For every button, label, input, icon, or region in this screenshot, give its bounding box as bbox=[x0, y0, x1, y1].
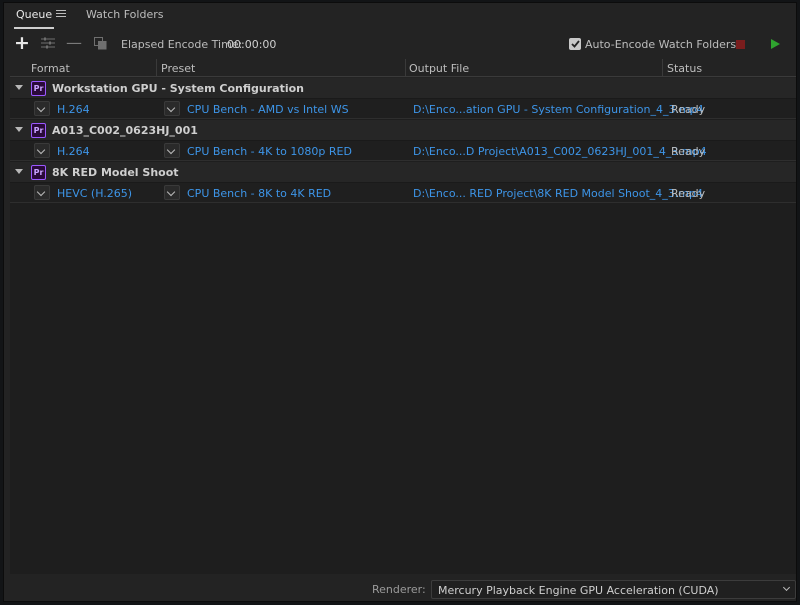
format-link[interactable]: H.264 bbox=[57, 103, 90, 116]
source-name: A013_C002_0623HJ_001 bbox=[52, 124, 198, 137]
premiere-icon: Pr bbox=[31, 123, 46, 138]
duplicate-button[interactable] bbox=[92, 35, 108, 51]
column-header: Format Preset Output File Status bbox=[10, 59, 796, 77]
queue-output-row[interactable]: H.264 CPU Bench - 4K to 1080p RED D:\Enc… bbox=[10, 141, 796, 161]
preset-dropdown[interactable] bbox=[164, 185, 180, 200]
toolbar: + — Elapsed Encode Time: 00:00:00 Auto-E… bbox=[4, 30, 796, 58]
column-output-file[interactable]: Output File bbox=[409, 62, 469, 75]
output-file-link[interactable]: D:\Enco...D Project\A013_C002_0623HJ_001… bbox=[413, 145, 707, 158]
tab-watch-folders[interactable]: Watch Folders bbox=[86, 8, 163, 26]
status-text: Ready bbox=[671, 187, 706, 200]
premiere-icon: Pr bbox=[31, 165, 46, 180]
queue-source-row[interactable]: Pr A013_C002_0623HJ_001 bbox=[10, 120, 796, 141]
elapsed-value: 00:00:00 bbox=[227, 38, 277, 51]
column-format[interactable]: Format bbox=[31, 62, 70, 75]
renderer-select[interactable]: Mercury Playback Engine GPU Acceleration… bbox=[431, 580, 796, 599]
preset-dropdown[interactable] bbox=[164, 101, 180, 116]
queue-output-row[interactable]: HEVC (H.265) CPU Bench - 8K to 4K RED D:… bbox=[10, 183, 796, 203]
status-text: Ready bbox=[671, 103, 706, 116]
minus-icon: — bbox=[66, 33, 82, 52]
footer: Renderer: Mercury Playback Engine GPU Ac… bbox=[10, 578, 796, 600]
queue-output-row[interactable]: H.264 CPU Bench - AMD vs Intel WS D:\Enc… bbox=[10, 99, 796, 119]
preset-dropdown[interactable] bbox=[164, 143, 180, 158]
preset-link[interactable]: CPU Bench - 8K to 4K RED bbox=[187, 187, 331, 200]
add-source-button[interactable]: + bbox=[14, 32, 30, 54]
preset-link[interactable]: CPU Bench - 4K to 1080p RED bbox=[187, 145, 352, 158]
auto-encode-label[interactable]: Auto-Encode Watch Folders bbox=[585, 38, 736, 51]
elapsed-label: Elapsed Encode Time: bbox=[121, 38, 243, 51]
format-link[interactable]: HEVC (H.265) bbox=[57, 187, 132, 200]
format-dropdown[interactable] bbox=[34, 185, 50, 200]
source-name: 8K RED Model Shoot bbox=[52, 166, 179, 179]
settings-button[interactable] bbox=[40, 35, 56, 51]
chevron-down-icon bbox=[782, 583, 791, 592]
format-dropdown[interactable] bbox=[34, 101, 50, 116]
renderer-value: Mercury Playback Engine GPU Acceleration… bbox=[438, 584, 719, 597]
collapse-chevron-icon[interactable] bbox=[15, 85, 23, 90]
output-file-link[interactable]: D:\Enco...ation GPU - System Configurati… bbox=[413, 103, 704, 116]
auto-encode-checkbox[interactable] bbox=[569, 38, 581, 50]
column-status[interactable]: Status bbox=[667, 62, 702, 75]
checkmark-icon bbox=[570, 40, 580, 48]
queue-panel: Queue Watch Folders + — Elapsed Encode T… bbox=[3, 2, 797, 602]
start-queue-button[interactable] bbox=[771, 39, 780, 49]
premiere-icon: Pr bbox=[31, 81, 46, 96]
plus-icon: + bbox=[14, 32, 30, 54]
duplicate-icon bbox=[93, 36, 106, 49]
source-name: Workstation GPU - System Configuration bbox=[52, 82, 304, 95]
format-dropdown[interactable] bbox=[34, 143, 50, 158]
remove-button[interactable]: — bbox=[66, 35, 82, 51]
output-file-link[interactable]: D:\Enco... RED Project\8K RED Model Shoo… bbox=[413, 187, 703, 200]
collapse-chevron-icon[interactable] bbox=[15, 169, 23, 174]
renderer-label: Renderer: bbox=[372, 583, 426, 596]
tab-bar: Queue Watch Folders bbox=[4, 3, 796, 29]
format-link[interactable]: H.264 bbox=[57, 145, 90, 158]
stop-button[interactable] bbox=[736, 40, 745, 49]
queue-source-row[interactable]: Pr Workstation GPU - System Configuratio… bbox=[10, 78, 796, 99]
queue-list: Pr Workstation GPU - System Configuratio… bbox=[10, 78, 796, 574]
column-preset[interactable]: Preset bbox=[161, 62, 195, 75]
queue-source-row[interactable]: Pr 8K RED Model Shoot bbox=[10, 162, 796, 183]
panel-menu-icon[interactable] bbox=[56, 10, 66, 18]
collapse-chevron-icon[interactable] bbox=[15, 127, 23, 132]
status-text: Ready bbox=[671, 145, 706, 158]
preset-link[interactable]: CPU Bench - AMD vs Intel WS bbox=[187, 103, 349, 116]
tab-queue[interactable]: Queue bbox=[13, 8, 55, 29]
sliders-icon bbox=[41, 37, 55, 49]
